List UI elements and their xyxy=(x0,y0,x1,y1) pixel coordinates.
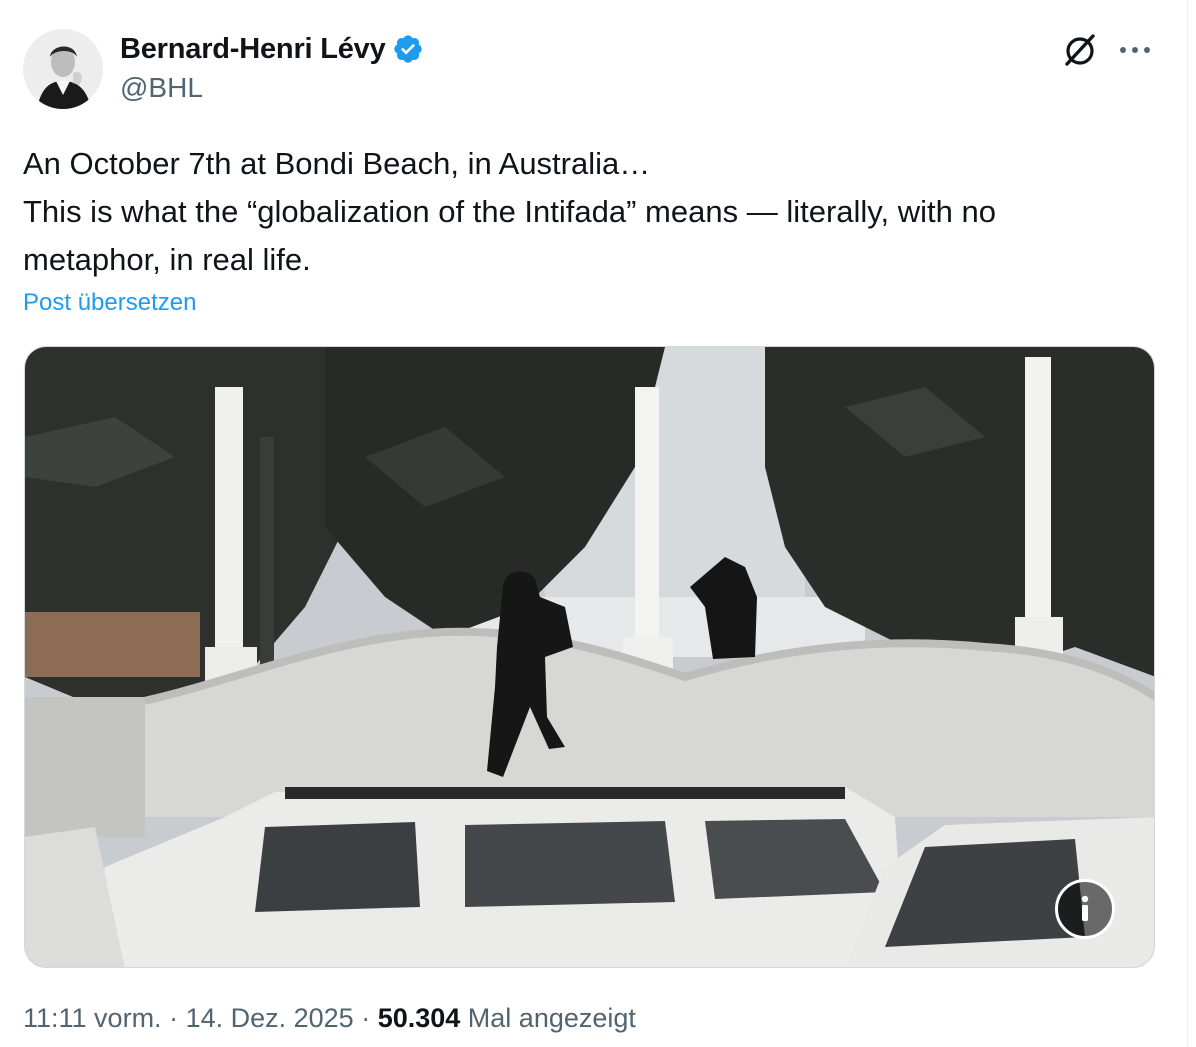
timeline-divider xyxy=(1187,0,1188,1047)
info-icon xyxy=(1081,895,1089,921)
more-dots-icon xyxy=(1120,47,1150,53)
tweet-text-line: This is what the “globalization of the I… xyxy=(23,194,996,229)
avatar-photo xyxy=(23,29,103,109)
tweet-text: An October 7th at Bondi Beach, in Austra… xyxy=(23,140,1173,284)
meta-separator: · xyxy=(161,1003,186,1033)
author-handle[interactable]: @BHL xyxy=(120,72,203,104)
tweet-metadata: 11:11 vorm. · 14. Dez. 2025 · 50.304 Mal… xyxy=(23,1003,636,1034)
meta-separator: · xyxy=(353,1003,378,1033)
grok-icon xyxy=(1065,34,1095,66)
tweet-date[interactable]: 14. Dez. 2025 xyxy=(186,1003,354,1033)
tweet: Bernard-Henri Lévy @BHL An October 7th a… xyxy=(0,0,1196,1047)
translate-post-link[interactable]: Post übersetzen xyxy=(23,289,196,317)
media-video[interactable] xyxy=(24,346,1155,968)
more-options-button[interactable] xyxy=(1115,30,1155,70)
video-still-image xyxy=(25,347,1154,967)
tweet-text-line: An October 7th at Bondi Beach, in Austra… xyxy=(23,146,651,181)
grok-button[interactable] xyxy=(1060,30,1100,70)
verified-badge-icon xyxy=(393,35,422,63)
tweet-text-line: metaphor, in real life. xyxy=(23,242,311,277)
tweet-time[interactable]: 11:11 vorm. xyxy=(23,1003,162,1033)
view-count-label[interactable]: Mal angezeigt xyxy=(468,1003,636,1033)
author-display-name[interactable]: Bernard-Henri Lévy xyxy=(120,33,386,66)
author-avatar[interactable] xyxy=(23,29,103,109)
media-info-button[interactable] xyxy=(1055,879,1115,939)
author-name-row[interactable]: Bernard-Henri Lévy xyxy=(120,31,424,67)
view-count[interactable]: 50.304 xyxy=(378,1003,461,1033)
